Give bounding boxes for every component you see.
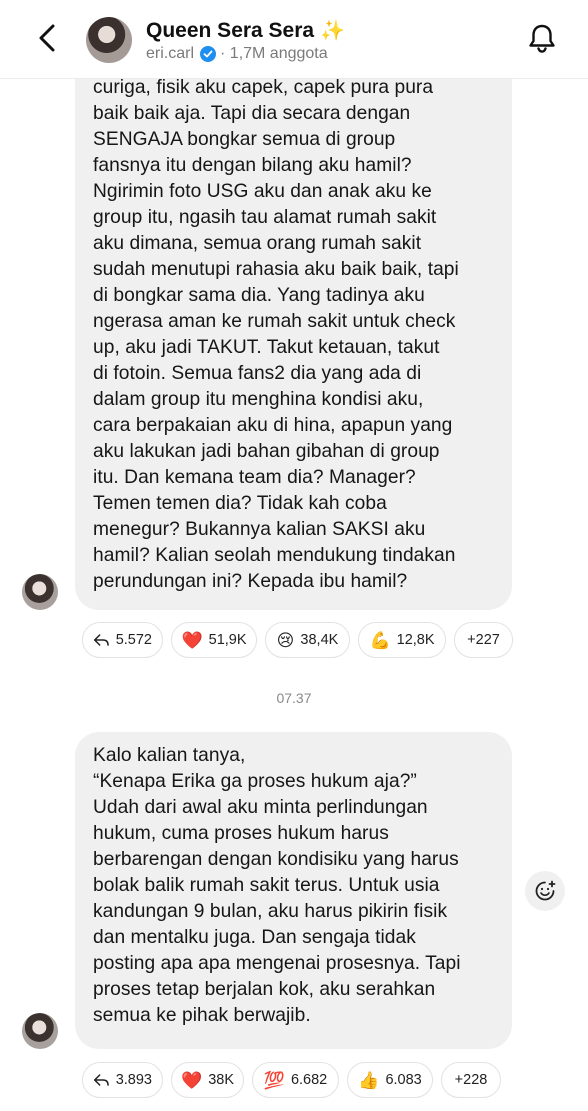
reply-count-button[interactable]: 3.893 bbox=[82, 1062, 163, 1098]
back-button[interactable] bbox=[28, 18, 68, 58]
notifications-button[interactable] bbox=[522, 18, 562, 58]
reaction-chip[interactable]: 💪 12,8K bbox=[358, 622, 446, 658]
reaction-chip[interactable]: ❤️ 38K bbox=[171, 1062, 244, 1098]
reaction-chip[interactable]: 💯 6.682 bbox=[252, 1062, 339, 1098]
add-reaction-icon bbox=[535, 880, 556, 901]
reply-count: 3.893 bbox=[115, 1072, 152, 1088]
reply-icon bbox=[93, 1074, 109, 1086]
reply-count-button[interactable]: 5.572 bbox=[82, 622, 163, 658]
sparkle-icon: ✨ bbox=[320, 20, 345, 42]
reaction-bar: 5.572 ❤️ 51,9K 😢 38,4K 💪 12,8K +227 bbox=[82, 622, 513, 658]
message-text: curiga, fisik aku capek, capek pura pura… bbox=[93, 77, 459, 592]
reaction-count: 38,4K bbox=[300, 632, 339, 648]
sender-avatar[interactable] bbox=[22, 1013, 58, 1049]
reply-count: 5.572 bbox=[115, 632, 152, 648]
member-count: · 1,7M anggota bbox=[220, 45, 328, 62]
more-reactions-count: +227 bbox=[467, 632, 500, 648]
reaction-count: 51,9K bbox=[208, 632, 247, 648]
crying-emoji: 😢 bbox=[276, 630, 295, 650]
reply-icon bbox=[93, 634, 109, 646]
reaction-count: 6.682 bbox=[290, 1072, 328, 1088]
channel-avatar[interactable] bbox=[86, 17, 132, 63]
channel-subtitle: eri.carl · 1,7M anggota bbox=[146, 45, 328, 63]
reaction-count: 12,8K bbox=[396, 632, 435, 648]
reaction-chip[interactable]: 👍 6.083 bbox=[347, 1062, 433, 1098]
message-bubble[interactable]: Kalo kalian tanya, “Kenapa Erika ga pros… bbox=[75, 732, 512, 1049]
more-reactions-chip[interactable]: +228 bbox=[441, 1062, 501, 1098]
bell-icon bbox=[529, 24, 555, 53]
channel-header: Queen Sera Sera ✨ eri.carl · 1,7M anggota bbox=[0, 0, 588, 79]
message-bubble[interactable]: curiga, fisik aku capek, capek pura pura… bbox=[75, 50, 512, 610]
reaction-bar: 3.893 ❤️ 38K 💯 6.682 👍 6.083 +228 bbox=[82, 1062, 501, 1098]
flexed-biceps-emoji: 💪 bbox=[369, 630, 391, 650]
reaction-count: 38K bbox=[208, 1072, 234, 1088]
channel-title[interactable]: Queen Sera Sera ✨ bbox=[146, 18, 345, 43]
channel-handle[interactable]: eri.carl bbox=[146, 45, 194, 63]
reaction-chip[interactable]: 😢 38,4K bbox=[265, 622, 350, 658]
more-reactions-chip[interactable]: +227 bbox=[454, 622, 513, 658]
reaction-chip[interactable]: ❤️ 51,9K bbox=[171, 622, 257, 658]
heart-emoji: ❤️ bbox=[181, 1070, 203, 1090]
chevron-left-icon bbox=[39, 24, 55, 52]
heart-emoji: ❤️ bbox=[181, 630, 203, 650]
more-reactions-count: +228 bbox=[454, 1072, 488, 1088]
message-text: Kalo kalian tanya, “Kenapa Erika ga pros… bbox=[93, 745, 461, 1026]
reaction-count: 6.083 bbox=[385, 1072, 422, 1088]
thumbs-up-emoji: 👍 bbox=[358, 1070, 380, 1090]
message-timestamp: 07.37 bbox=[276, 690, 312, 706]
sender-avatar[interactable] bbox=[22, 574, 58, 610]
hundred-points-emoji: 💯 bbox=[263, 1070, 285, 1090]
add-reaction-button[interactable] bbox=[525, 871, 565, 911]
verified-badge-icon bbox=[200, 46, 217, 62]
channel-title-text: Queen Sera Sera bbox=[146, 19, 315, 42]
